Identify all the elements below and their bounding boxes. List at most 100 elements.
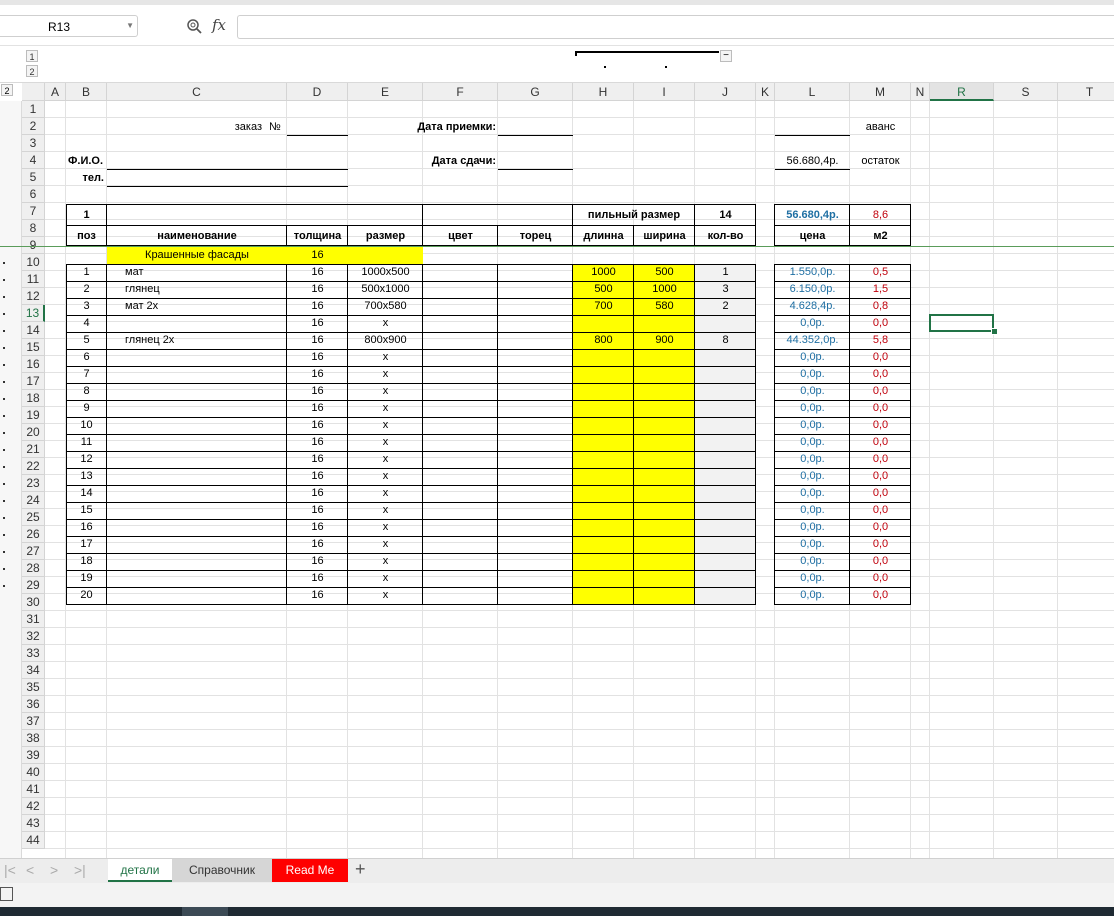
outline-level-1-button[interactable]: 1	[26, 50, 38, 62]
row-header[interactable]: 30	[22, 594, 45, 611]
row-header[interactable]: 24	[22, 492, 45, 509]
item-cell-wid[interactable]	[634, 315, 695, 332]
item-cell-empty[interactable]	[498, 366, 573, 383]
row-header[interactable]: 4	[22, 152, 45, 169]
item-cell-empty[interactable]	[423, 366, 498, 383]
item-cell-qty[interactable]	[695, 383, 756, 400]
macro-record-icon[interactable]	[0, 887, 13, 901]
item-cell-thk[interactable]: 16	[287, 383, 348, 400]
item-cell-m2[interactable]: 5,8	[850, 332, 911, 349]
item-cell-empty[interactable]	[423, 553, 498, 570]
item-cell-size[interactable]: х	[348, 383, 423, 400]
item-cell-len[interactable]	[573, 315, 634, 332]
item-cell-size[interactable]: х	[348, 315, 423, 332]
column-header-B[interactable]: B	[66, 83, 107, 101]
item-cell-empty[interactable]	[423, 383, 498, 400]
item-cell-empty[interactable]	[423, 587, 498, 604]
fill-handle[interactable]	[991, 328, 998, 335]
item-cell-wid[interactable]: 1000	[634, 281, 695, 298]
item-cell-name[interactable]	[107, 349, 287, 366]
item-cell-price[interactable]: 0,0р.	[775, 536, 850, 553]
item-cell-empty[interactable]	[498, 298, 573, 315]
item-cell-size[interactable]: х	[348, 349, 423, 366]
item-cell-qty[interactable]	[695, 553, 756, 570]
item-cell-len[interactable]: 700	[573, 298, 634, 315]
item-cell-wid[interactable]	[634, 502, 695, 519]
item-cell-len[interactable]: 1000	[573, 264, 634, 281]
item-cell-pos[interactable]: 9	[66, 400, 107, 417]
row-header[interactable]: 21	[22, 441, 45, 458]
row-header[interactable]: 38	[22, 730, 45, 747]
item-cell-thk[interactable]: 16	[287, 434, 348, 451]
item-cell-qty[interactable]	[695, 485, 756, 502]
item-cell-empty[interactable]	[423, 434, 498, 451]
item-cell-price[interactable]: 6.150,0р.	[775, 281, 850, 298]
item-cell-qty[interactable]	[695, 315, 756, 332]
item-cell-thk[interactable]: 16	[287, 264, 348, 281]
item-cell-empty[interactable]	[423, 536, 498, 553]
item-cell-m2[interactable]: 0,5	[850, 264, 911, 281]
item-cell-price[interactable]: 4.628,4р.	[775, 298, 850, 315]
item-cell-pos[interactable]: 12	[66, 451, 107, 468]
item-cell-size[interactable]: 700х580	[348, 298, 423, 315]
item-cell-m2[interactable]: 0,8	[850, 298, 911, 315]
item-cell-qty[interactable]: 8	[695, 332, 756, 349]
item-cell-pos[interactable]: 18	[66, 553, 107, 570]
item-cell-name[interactable]	[107, 451, 287, 468]
item-cell-qty[interactable]	[695, 519, 756, 536]
row-header[interactable]: 42	[22, 798, 45, 815]
select-all-corner[interactable]	[22, 83, 45, 101]
item-cell-len[interactable]	[573, 519, 634, 536]
item-cell-empty[interactable]	[498, 349, 573, 366]
item-cell-qty[interactable]	[695, 349, 756, 366]
row-header[interactable]: 11	[22, 271, 45, 288]
sheet-tab-details[interactable]: детали	[108, 859, 172, 882]
column-header-H[interactable]: H	[573, 83, 634, 101]
item-cell-thk[interactable]: 16	[287, 570, 348, 587]
item-cell-empty[interactable]	[498, 383, 573, 400]
item-cell-qty[interactable]	[695, 417, 756, 434]
item-cell-empty[interactable]	[498, 264, 573, 281]
item-cell-name[interactable]: мат	[107, 264, 287, 281]
item-cell-name[interactable]	[107, 570, 287, 587]
item-cell-empty[interactable]	[423, 332, 498, 349]
item-cell-size[interactable]: х	[348, 553, 423, 570]
item-cell-wid[interactable]	[634, 519, 695, 536]
item-cell-name[interactable]	[107, 417, 287, 434]
row-header[interactable]: 43	[22, 815, 45, 832]
item-cell-m2[interactable]: 0,0	[850, 485, 911, 502]
item-cell-empty[interactable]	[498, 315, 573, 332]
item-cell-len[interactable]	[573, 553, 634, 570]
row-header[interactable]: 41	[22, 781, 45, 798]
item-cell-qty[interactable]	[695, 536, 756, 553]
item-cell-wid[interactable]: 580	[634, 298, 695, 315]
row-header[interactable]: 31	[22, 611, 45, 628]
item-cell-m2[interactable]: 0,0	[850, 434, 911, 451]
chevron-down-icon[interactable]: ▼	[126, 21, 134, 30]
item-cell-pos[interactable]: 16	[66, 519, 107, 536]
item-cell-empty[interactable]	[423, 281, 498, 298]
row-header[interactable]: 6	[22, 186, 45, 203]
item-cell-size[interactable]: х	[348, 417, 423, 434]
formula-input[interactable]	[237, 15, 1114, 39]
row-header[interactable]: 12	[22, 288, 45, 305]
item-cell-thk[interactable]: 16	[287, 400, 348, 417]
item-cell-qty[interactable]	[695, 451, 756, 468]
item-cell-m2[interactable]: 0,0	[850, 468, 911, 485]
item-cell-pos[interactable]: 14	[66, 485, 107, 502]
item-cell-thk[interactable]: 16	[287, 519, 348, 536]
row-header[interactable]: 44	[22, 832, 45, 849]
item-cell-pos[interactable]: 8	[66, 383, 107, 400]
item-cell-pos[interactable]: 7	[66, 366, 107, 383]
row-header[interactable]: 32	[22, 628, 45, 645]
item-cell-size[interactable]: 800х900	[348, 332, 423, 349]
item-cell-len[interactable]	[573, 434, 634, 451]
row-header[interactable]: 26	[22, 526, 45, 543]
last-sheet-icon[interactable]: >|	[74, 862, 86, 878]
item-cell-empty[interactable]	[423, 417, 498, 434]
sheet-tab-readme[interactable]: Read Me	[272, 859, 348, 882]
item-cell-empty[interactable]	[423, 349, 498, 366]
item-cell-empty[interactable]	[423, 502, 498, 519]
row-header[interactable]: 28	[22, 560, 45, 577]
item-cell-empty[interactable]	[498, 587, 573, 604]
